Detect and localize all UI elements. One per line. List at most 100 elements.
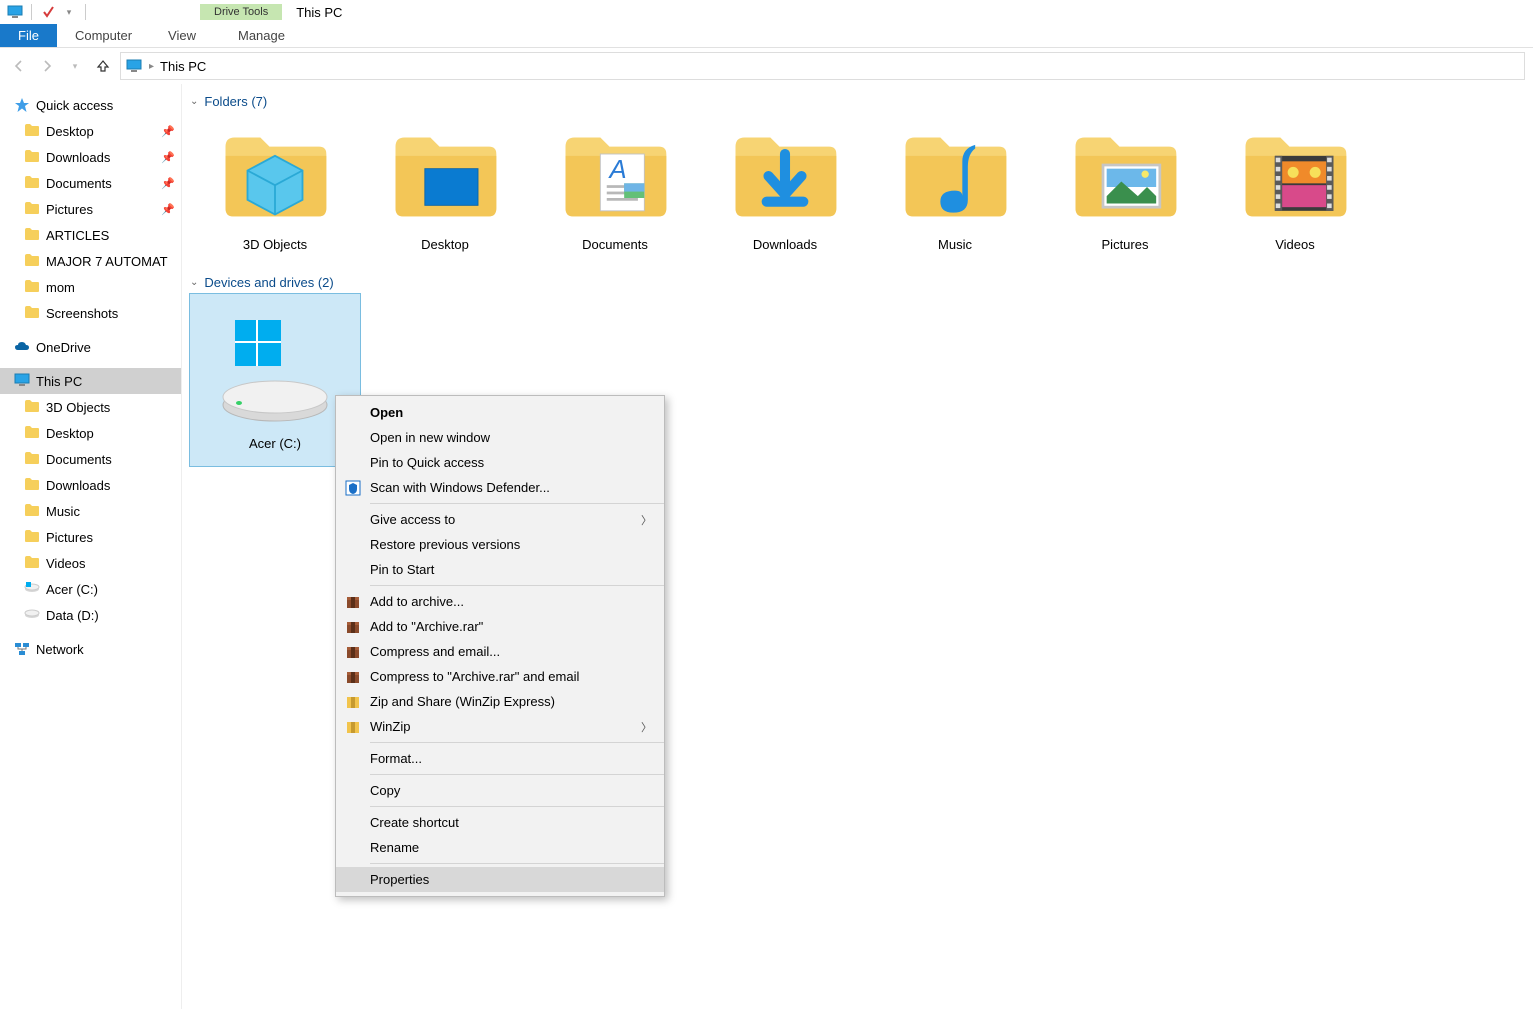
sidebar-item[interactable]: Downloads📌 — [0, 144, 181, 170]
folder-tile[interactable]: Videos — [1210, 113, 1380, 275]
this-pc-icon[interactable] — [6, 3, 24, 21]
tab-computer[interactable]: Computer — [57, 24, 150, 47]
sidebar-item[interactable]: Data (D:) — [0, 602, 181, 628]
folder-icon — [24, 253, 40, 269]
sidebar-item[interactable]: Desktop📌 — [0, 118, 181, 144]
sidebar-item[interactable]: Acer (C:) — [0, 576, 181, 602]
folder-tile[interactable]: 3D Objects — [190, 113, 360, 275]
sidebar-item-label: 3D Objects — [46, 400, 110, 415]
sidebar-item-label: Data (D:) — [46, 608, 99, 623]
folder-tile[interactable]: Downloads — [700, 113, 870, 275]
folder-icon — [24, 399, 40, 415]
breadcrumb-box[interactable]: ▸ This PC — [120, 52, 1525, 80]
context-menu-item[interactable]: Compress and email... — [336, 639, 664, 664]
folder-icon — [24, 529, 40, 545]
folder-icon — [211, 121, 339, 231]
sidebar-item[interactable]: Documents — [0, 446, 181, 472]
context-menu-item[interactable]: Format... — [336, 746, 664, 771]
sidebar-item-label: Documents — [46, 176, 112, 191]
tab-manage[interactable]: Manage — [220, 24, 303, 47]
context-menu-item[interactable]: Open in new window — [336, 425, 664, 450]
folder-tile[interactable]: Music — [870, 113, 1040, 275]
sidebar-item-label: Desktop — [46, 124, 94, 139]
group-header-drives[interactable]: ⌄ Devices and drives (2) — [190, 275, 1525, 290]
folder-tile[interactable]: Pictures — [1040, 113, 1210, 275]
pin-icon: 📌 — [161, 177, 175, 190]
folder-label: Pictures — [1102, 237, 1149, 252]
sidebar-item[interactable]: Music — [0, 498, 181, 524]
sidebar-label: Quick access — [36, 98, 113, 113]
sidebar-item[interactable]: Desktop — [0, 420, 181, 446]
archive-icon — [344, 643, 362, 661]
qat-dropdown-icon[interactable]: ▾ — [60, 3, 78, 21]
context-menu-item[interactable]: Create shortcut — [336, 810, 664, 835]
context-menu-item[interactable]: Open — [336, 400, 664, 425]
sidebar-item-label: Pictures — [46, 530, 93, 545]
folders-grid: 3D Objects Desktop A Documents DownloadsMusi… — [190, 113, 1525, 275]
sidebar-item[interactable]: MAJOR 7 AUTOMAT — [0, 248, 181, 274]
sidebar-item[interactable]: mom — [0, 274, 181, 300]
sidebar-this-pc[interactable]: This PC — [0, 368, 181, 394]
file-tab[interactable]: File — [0, 24, 57, 47]
context-menu-item[interactable]: Pin to Start — [336, 557, 664, 582]
folder-icon: A — [551, 121, 679, 231]
context-menu-item[interactable]: Scan with Windows Defender... — [336, 475, 664, 500]
context-menu-item[interactable]: WinZip〉 — [336, 714, 664, 739]
folder-label: Documents — [582, 237, 648, 252]
forward-button[interactable] — [36, 55, 58, 77]
chevron-down-icon: ⌄ — [190, 96, 198, 107]
context-menu-item[interactable]: Restore previous versions — [336, 532, 664, 557]
tab-view[interactable]: View — [150, 24, 214, 47]
folder-label: Desktop — [421, 237, 469, 252]
archive-icon — [344, 593, 362, 611]
properties-qat-icon[interactable] — [39, 3, 57, 21]
sidebar-onedrive[interactable]: OneDrive — [0, 334, 181, 360]
sidebar-label: Network — [36, 642, 84, 657]
context-menu-item[interactable]: Compress to "Archive.rar" and email — [336, 664, 664, 689]
chevron-right-icon[interactable]: ▸ — [147, 61, 156, 72]
network-icon — [14, 641, 30, 657]
folder-tile[interactable]: A Documents — [530, 113, 700, 275]
sidebar-network[interactable]: Network — [0, 636, 181, 662]
sidebar-item[interactable]: Documents 📌 — [0, 170, 181, 196]
context-menu-item-label: Properties — [370, 872, 429, 887]
sidebar-item[interactable]: Pictures📌 — [0, 196, 181, 222]
sidebar-item[interactable]: Videos — [0, 550, 181, 576]
context-menu-item[interactable]: Pin to Quick access — [336, 450, 664, 475]
sidebar-item-label: Documents — [46, 452, 112, 467]
context-menu-item[interactable]: Zip and Share (WinZip Express) — [336, 689, 664, 714]
sidebar-item[interactable]: ARTICLES — [0, 222, 181, 248]
sidebar-quick-access[interactable]: Quick access — [0, 92, 181, 118]
recent-locations-dropdown[interactable]: ▾ — [64, 55, 86, 77]
chevron-down-icon: ⌄ — [190, 277, 198, 288]
context-menu-item-label: Format... — [370, 751, 422, 766]
sidebar-item[interactable]: Screenshots — [0, 300, 181, 326]
folder-icon — [891, 121, 1019, 231]
context-menu-item[interactable]: Give access to〉 — [336, 507, 664, 532]
sidebar-item[interactable]: 3D Objects — [0, 394, 181, 420]
context-menu-separator — [370, 585, 664, 586]
group-header-folders[interactable]: ⌄ Folders (7) — [190, 94, 1525, 109]
context-menu-separator — [370, 503, 664, 504]
sidebar-item-label: Screenshots — [46, 306, 118, 321]
up-button[interactable] — [92, 55, 114, 77]
sidebar-item-label: Music — [46, 504, 80, 519]
sidebar-item-label: mom — [46, 280, 75, 295]
context-menu-separator — [370, 863, 664, 864]
back-button[interactable] — [8, 55, 30, 77]
context-menu-item-label: Add to "Archive.rar" — [370, 619, 483, 634]
context-menu-item[interactable]: Copy — [336, 778, 664, 803]
context-menu-item[interactable]: Properties — [336, 867, 664, 892]
sidebar-item[interactable]: Pictures — [0, 524, 181, 550]
context-menu-item[interactable]: Add to "Archive.rar" — [336, 614, 664, 639]
context-menu-item[interactable]: Rename — [336, 835, 664, 860]
context-menu-item-label: WinZip — [370, 719, 410, 734]
folder-icon — [24, 451, 40, 467]
context-menu-item[interactable]: Add to archive... — [336, 589, 664, 614]
star-icon — [14, 97, 30, 113]
breadcrumb-this-pc[interactable]: This PC — [160, 59, 206, 74]
winzip-icon — [344, 693, 362, 711]
folder-icon — [24, 201, 40, 217]
folder-tile[interactable]: Desktop — [360, 113, 530, 275]
sidebar-item[interactable]: Downloads — [0, 472, 181, 498]
